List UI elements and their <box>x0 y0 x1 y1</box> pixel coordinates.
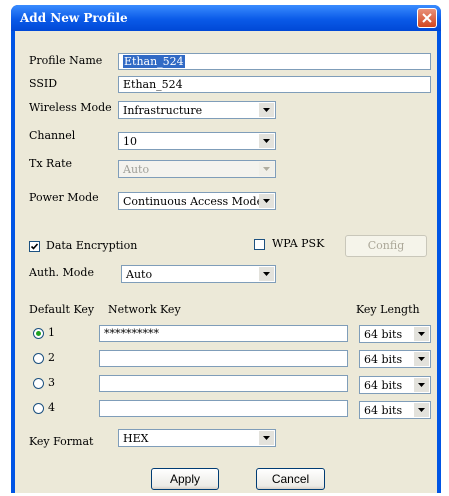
cancel-button[interactable]: Cancel <box>256 468 325 490</box>
auth-mode-label: Auth. Mode <box>29 266 94 279</box>
key-4-input[interactable] <box>99 400 348 417</box>
data-encryption-checkbox[interactable] <box>29 241 40 252</box>
checkmark-icon <box>30 243 39 250</box>
wpa-psk-checkbox[interactable] <box>254 239 265 250</box>
chevron-down-icon <box>414 327 429 341</box>
wireless-mode-value: Infrastructure <box>123 104 203 117</box>
key-3-label: 3 <box>48 376 55 389</box>
key-format-label: Key Format <box>29 435 94 448</box>
key-2-radio[interactable] <box>33 353 44 364</box>
chevron-down-icon <box>259 134 274 148</box>
key-2-label: 2 <box>48 351 55 364</box>
key-2-length-value: 64 bits <box>364 353 403 366</box>
chevron-down-icon <box>414 352 429 366</box>
chevron-down-icon <box>259 431 274 445</box>
chevron-down-icon <box>259 103 274 117</box>
power-mode-label: Power Mode <box>29 191 99 204</box>
close-icon <box>422 13 432 23</box>
profile-name-label: Profile Name <box>29 54 103 67</box>
title-bar: Add New Profile <box>11 5 441 31</box>
key-4-length-value: 64 bits <box>364 404 403 417</box>
chevron-down-icon <box>259 267 274 281</box>
key-2-length-select[interactable]: 64 bits <box>359 350 431 368</box>
channel-label: Channel <box>29 129 76 142</box>
default-key-label: Default Key <box>29 303 95 316</box>
tx-rate-value: Auto <box>123 163 150 176</box>
channel-value: 10 <box>123 135 137 148</box>
tx-rate-label: Tx Rate <box>29 157 73 170</box>
profile-name-value: Ethan_524 <box>123 55 185 68</box>
config-button[interactable]: Config <box>345 235 427 257</box>
key-4-label: 4 <box>48 401 55 414</box>
key-2-input[interactable] <box>99 350 348 367</box>
tx-rate-select: Auto <box>118 160 276 178</box>
chevron-down-icon <box>414 378 429 392</box>
key-4-length-select[interactable]: 64 bits <box>359 401 431 419</box>
radio-selected-dot <box>36 331 41 336</box>
chevron-down-icon <box>259 162 274 176</box>
wireless-mode-label: Wireless Mode <box>29 101 112 114</box>
power-mode-select[interactable]: Continuous Access Mode <box>118 192 276 210</box>
key-1-radio[interactable] <box>33 328 44 339</box>
close-button[interactable] <box>417 8 437 28</box>
key-3-input[interactable] <box>99 375 348 392</box>
add-profile-dialog: Add New Profile Profile Name Ethan_524 S… <box>11 5 441 493</box>
key-1-length-select[interactable]: 64 bits <box>359 325 431 343</box>
auth-mode-select[interactable]: Auto <box>121 265 276 283</box>
apply-button[interactable]: Apply <box>151 468 219 490</box>
key-3-radio[interactable] <box>33 378 44 389</box>
key-1-input[interactable]: ********** <box>99 325 348 342</box>
key-length-label: Key Length <box>356 303 420 316</box>
data-encryption-label: Data Encryption <box>46 239 138 252</box>
power-mode-value: Continuous Access Mode <box>123 195 264 208</box>
chevron-down-icon <box>414 403 429 417</box>
dialog-body: Profile Name Ethan_524 SSID Ethan_524 Wi… <box>15 31 437 493</box>
dialog-title: Add New Profile <box>20 11 128 25</box>
chevron-down-icon <box>259 194 274 208</box>
ssid-field[interactable]: Ethan_524 <box>118 76 431 93</box>
key-4-radio[interactable] <box>33 403 44 414</box>
wpa-psk-label: WPA PSK <box>272 237 325 250</box>
key-format-value: HEX <box>123 432 149 445</box>
key-format-select[interactable]: HEX <box>118 429 276 447</box>
wireless-mode-select[interactable]: Infrastructure <box>118 101 276 119</box>
ssid-label: SSID <box>29 77 58 90</box>
key-3-length-value: 64 bits <box>364 379 403 392</box>
channel-select[interactable]: 10 <box>118 132 276 150</box>
key-1-length-value: 64 bits <box>364 328 403 341</box>
key-3-length-select[interactable]: 64 bits <box>359 376 431 394</box>
key-1-label: 1 <box>48 326 55 339</box>
network-key-label: Network Key <box>108 303 181 316</box>
auth-mode-value: Auto <box>126 268 153 281</box>
profile-name-field[interactable]: Ethan_524 <box>118 53 431 70</box>
